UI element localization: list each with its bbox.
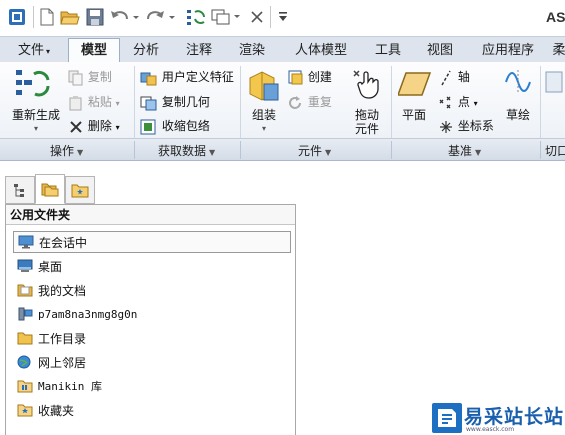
drag-components-button[interactable]: 拖动 元件: [346, 108, 388, 136]
drag-components-large-icon[interactable]: [352, 68, 382, 103]
tab-model-tree[interactable]: [5, 176, 35, 204]
redo-icon[interactable]: [147, 7, 177, 27]
tab-render[interactable]: 渲染: [228, 40, 276, 63]
computer-icon: [16, 306, 34, 322]
common-folders-header: 公用文件夹: [6, 205, 295, 225]
user-defined-feature-button[interactable]: 用户定义特征: [140, 68, 234, 86]
save-icon[interactable]: [86, 7, 104, 27]
ribbon-group-bar: 操作 ▼ 获取数据 ▼ 元件 ▼ 基准 ▼ 切口: [0, 139, 565, 161]
point-button[interactable]: 点 ▾: [438, 93, 478, 111]
folder-manikin-library[interactable]: Manikin 库: [13, 375, 291, 397]
group-component[interactable]: 元件 ▼: [298, 142, 331, 159]
app-title: AS: [546, 9, 565, 25]
delete-icon: [70, 120, 82, 133]
tab-model[interactable]: 模型: [68, 38, 120, 64]
assemble-dropdown-icon[interactable]: ▾: [244, 122, 284, 136]
group-get-data[interactable]: 获取数据 ▼: [158, 142, 215, 159]
tab-manikin[interactable]: 人体模型: [280, 40, 362, 63]
udf-icon: [140, 72, 157, 85]
windows-icon[interactable]: [210, 7, 242, 27]
group-operations[interactable]: 操作 ▼: [50, 142, 83, 159]
new-file-icon[interactable]: [38, 7, 56, 27]
cut-tool-icon[interactable]: [544, 68, 564, 99]
watermark-url: www.easck.com: [466, 426, 515, 433]
desktop-icon: [16, 258, 34, 274]
favorites-tab-icon: [71, 184, 89, 198]
create-button[interactable]: 创建: [288, 68, 332, 86]
ribbon-panel: 重新生成 ▾ 复制 粘贴 ▾ 删除 ▾ 用户定义特征 复制几何 收缩包络 组装 …: [0, 62, 565, 139]
library-icon: [16, 378, 34, 394]
regenerate-button[interactable]: 重新生成: [8, 108, 64, 122]
tab-favorites[interactable]: [65, 176, 95, 204]
tab-folder-browser[interactable]: [35, 174, 65, 204]
delete-button[interactable]: 删除 ▾: [68, 117, 120, 135]
copy-button[interactable]: 复制: [68, 68, 112, 86]
close-window-icon[interactable]: [249, 7, 265, 27]
axis-button[interactable]: 轴: [438, 68, 470, 86]
coordinate-system-button[interactable]: 坐标系: [438, 117, 494, 135]
customize-icon[interactable]: [276, 7, 290, 27]
folder-working-directory[interactable]: 工作目录: [13, 327, 291, 349]
folder-network[interactable]: 网上邻居: [13, 351, 291, 373]
paste-icon: [69, 95, 82, 110]
folder-my-documents[interactable]: 我的文档: [13, 279, 291, 301]
group-datum[interactable]: 基准 ▼: [448, 142, 481, 159]
csys-icon: [440, 120, 452, 133]
plane-button[interactable]: 平面: [395, 108, 433, 122]
common-folders-panel: 公用文件夹 在会话中 桌面 我的文档 p7am8na3nmg8g0n 工作目录 …: [5, 204, 296, 435]
undo-icon[interactable]: [110, 7, 140, 27]
favorites-icon: [16, 402, 34, 418]
copy-geometry-button[interactable]: 复制几何: [140, 93, 210, 111]
tab-file[interactable]: 文件 ▾: [4, 40, 64, 63]
watermark-logo: [432, 403, 462, 433]
point-icon: [439, 96, 451, 108]
repeat-icon: [289, 95, 301, 109]
plane-large-icon[interactable]: [396, 70, 432, 101]
model-tree-icon: [14, 184, 24, 197]
copy-geometry-icon: [140, 96, 157, 110]
open-folder-icon[interactable]: [60, 7, 80, 27]
folder-desktop[interactable]: 桌面: [13, 255, 291, 277]
folder-favorites[interactable]: 收藏夹: [13, 399, 291, 421]
ribbon-tabs: 文件 ▾ 模型 分析 注释 渲染 人体模型 工具 视图 应用程序 柔: [0, 36, 565, 64]
tab-annotate[interactable]: 注释: [174, 40, 224, 63]
network-icon: [16, 354, 34, 370]
window-icon[interactable]: [6, 7, 28, 27]
repeat-button[interactable]: 重复: [288, 93, 332, 111]
monitor-icon: [17, 234, 35, 250]
watermark: 易采站长站 www.easck.com: [430, 401, 565, 435]
quick-access-toolbar: AS: [0, 0, 565, 36]
group-cut[interactable]: 切口: [545, 142, 565, 159]
shrinkwrap-icon: [140, 119, 156, 134]
tab-analysis[interactable]: 分析: [122, 40, 170, 63]
create-icon: [288, 70, 303, 84]
tab-flexible[interactable]: 柔: [548, 40, 565, 63]
sketch-large-icon[interactable]: [504, 68, 532, 99]
folder-icon: [16, 330, 34, 346]
navigator-tabs: [0, 174, 96, 204]
tab-applications[interactable]: 应用程序: [468, 40, 548, 63]
paste-button[interactable]: 粘贴 ▾: [68, 93, 120, 111]
axis-icon: [441, 70, 451, 85]
assemble-large-icon[interactable]: [246, 68, 282, 107]
assemble-button[interactable]: 组装: [244, 108, 284, 122]
regenerate-large-icon[interactable]: [14, 66, 52, 105]
watermark-text: 易采站长站: [464, 406, 565, 428]
folder-computer[interactable]: p7am8na3nmg8g0n: [13, 303, 291, 325]
folder-browser-icon: [41, 183, 59, 197]
tab-tools[interactable]: 工具: [364, 40, 412, 63]
regenerate-icon[interactable]: [186, 7, 206, 27]
tab-view[interactable]: 视图: [416, 40, 464, 63]
shrinkwrap-button[interactable]: 收缩包络: [140, 117, 210, 135]
regenerate-dropdown-icon[interactable]: ▾: [8, 122, 64, 136]
copy-icon: [68, 70, 83, 85]
sketch-button[interactable]: 草绘: [500, 108, 536, 122]
documents-icon: [16, 282, 34, 298]
folder-in-session[interactable]: 在会话中: [13, 231, 291, 253]
